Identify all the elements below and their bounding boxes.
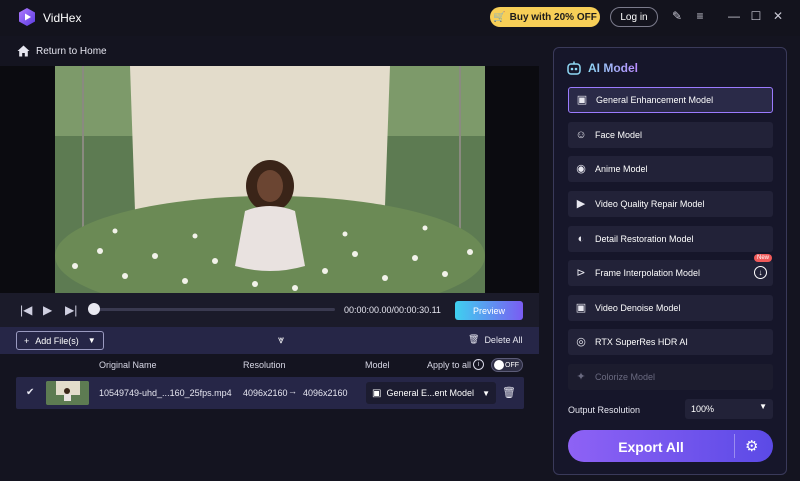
panel-title-label: AI Model	[588, 61, 638, 75]
file-table-header: Original Name Resolution Model Apply to …	[0, 354, 539, 376]
model-label: Detail Restoration Model	[595, 234, 694, 244]
video-frame-image	[55, 66, 485, 293]
toggle-state-label: OFF	[505, 361, 519, 369]
ai-model-panel: AI Model ▣ General Enhancement Model ☺ F…	[553, 47, 787, 475]
file-row[interactable]: ✔ 10549749-uhd_...160_25fps.mp4 4096x216…	[16, 377, 524, 409]
app-name: VidHex	[43, 11, 82, 25]
close-icon[interactable]: ✕	[771, 9, 785, 23]
output-resolution-select[interactable]: 100% ▼	[685, 399, 773, 419]
face-icon: ☺	[575, 129, 587, 141]
gear-icon[interactable]: ⚙	[745, 437, 758, 455]
anime-icon: ◉	[576, 163, 586, 175]
player-controls: |◀ ▶ ▶| 00:00:00.00/00:00:30.11 Preview	[0, 293, 539, 327]
model-label: RTX SuperRes HDR AI	[595, 337, 688, 347]
model-label: Colorize Model	[595, 372, 656, 382]
model-rtx-superres[interactable]: ◎ RTX SuperRes HDR AI	[568, 329, 773, 355]
dropdown-triangle-icon: ▼	[759, 402, 767, 411]
plus-icon: +	[24, 335, 30, 346]
nvidia-icon: ◎	[576, 336, 586, 348]
panel-title: AI Model	[566, 61, 638, 75]
add-files-button[interactable]: + Add File(s) ▼	[16, 331, 104, 350]
model-label: General Enhancement Model	[596, 95, 714, 105]
export-all-button[interactable]: Export All ⚙	[568, 430, 773, 462]
model-select[interactable]: ▣ General E...ent Model ▼	[366, 382, 496, 404]
arrow-right-icon: →	[288, 386, 297, 396]
add-files-label: Add File(s)	[35, 335, 79, 346]
output-resolution-label: Output Resolution	[568, 405, 641, 415]
robot-icon	[567, 61, 581, 75]
video-frame	[55, 66, 485, 293]
detail-icon: ◐	[577, 233, 585, 245]
model-anime[interactable]: ◉ Anime Model	[568, 156, 773, 182]
file-name: 10549749-uhd_...160_25fps.mp4	[99, 388, 232, 398]
apply-to-all-toggle[interactable]: OFF	[491, 358, 523, 372]
model-label: Face Model	[595, 130, 643, 140]
previous-frame-icon[interactable]: |◀	[20, 303, 32, 317]
login-button[interactable]: Log in	[610, 7, 658, 27]
column-resolution: Resolution	[243, 360, 286, 370]
buy-button[interactable]: 🛒 Buy with 20% OFF	[490, 7, 600, 27]
model-frame-interpolation[interactable]: ⊳ Frame Interpolation Model New ↓	[568, 254, 773, 286]
sparkle-video-icon: ▣	[576, 94, 588, 106]
model-colorize: ✦ Colorize Model	[568, 364, 773, 390]
maximize-icon[interactable]: ☐	[749, 9, 763, 23]
home-icon	[17, 45, 30, 57]
minimize-icon[interactable]: —	[727, 9, 741, 23]
progress-knob[interactable]	[88, 303, 100, 315]
video-thumbnail	[46, 381, 89, 405]
frame-icon: ⊳	[576, 267, 586, 279]
preview-button[interactable]: Preview	[455, 301, 523, 320]
collapse-chevron-icon[interactable]: ⩔	[278, 334, 284, 347]
model-face[interactable]: ☺ Face Model	[568, 122, 773, 148]
feedback-icon[interactable]: ✎	[670, 9, 684, 23]
file-toolbar: + Add File(s) ▼ ⩔ 🗑 Delete All	[0, 327, 539, 354]
cart-icon: 🛒	[493, 11, 506, 23]
delete-all-button[interactable]: 🗑 Delete All	[468, 334, 522, 345]
progress-bar[interactable]	[92, 308, 335, 311]
model-label: Frame Interpolation Model	[595, 268, 701, 278]
trash-icon: 🗑	[468, 334, 480, 344]
video-preview-area	[0, 66, 539, 293]
timecode: 00:00:00.00/00:00:30.11	[344, 305, 441, 315]
model-video-quality-repair[interactable]: ▶ Video Quality Repair Model	[568, 191, 773, 217]
source-resolution: 4096x2160	[243, 388, 288, 398]
checkmark-icon[interactable]: ✔	[26, 387, 34, 398]
dropdown-triangle-icon: ▼	[87, 336, 96, 345]
column-model: Model	[365, 360, 390, 370]
model-label: Anime Model	[595, 164, 648, 174]
export-all-label: Export All	[618, 439, 684, 455]
model-detail-restoration[interactable]: ◐ Detail Restoration Model	[568, 226, 773, 252]
title-bar: VidHex 🛒 Buy with 20% OFF Log in ✎ ≡ — ☐…	[0, 0, 800, 36]
model-general-enhancement[interactable]: ▣ General Enhancement Model	[568, 87, 773, 113]
output-resolution-value: 100%	[691, 404, 715, 414]
delete-all-label: Delete All	[484, 334, 523, 345]
play-icon[interactable]: ▶	[43, 303, 52, 317]
sparkle-video-icon: ▣	[372, 387, 382, 399]
buy-label: Buy with 20% OFF	[509, 11, 597, 23]
apply-to-all-label: Apply to all	[427, 360, 472, 370]
dropdown-triangle-icon: ▼	[482, 388, 490, 398]
vidhex-logo-icon	[19, 8, 35, 26]
repair-icon: ▶	[576, 198, 586, 210]
menu-icon[interactable]: ≡	[693, 9, 707, 23]
toggle-knob	[494, 360, 504, 370]
model-select-value: General E...ent Model	[386, 388, 475, 398]
export-divider	[734, 434, 735, 458]
app-window: VidHex 🛒 Buy with 20% OFF Log in ✎ ≡ — ☐…	[0, 0, 800, 481]
column-original-name: Original Name	[99, 360, 157, 370]
info-icon[interactable]: i	[473, 359, 484, 370]
trash-icon[interactable]: 🗑	[502, 386, 516, 399]
colorize-icon: ✦	[576, 371, 586, 383]
download-icon[interactable]: ↓	[754, 266, 767, 279]
return-home-link[interactable]: Return to Home	[17, 45, 107, 57]
new-badge: New	[753, 254, 772, 262]
target-resolution: 4096x2160	[303, 388, 348, 398]
denoise-icon: ▣	[575, 302, 587, 314]
model-label: Video Quality Repair Model	[595, 199, 705, 209]
model-video-denoise[interactable]: ▣ Video Denoise Model	[568, 295, 773, 321]
return-home-label: Return to Home	[36, 45, 107, 57]
model-label: Video Denoise Model	[595, 303, 681, 313]
next-frame-icon[interactable]: ▶|	[65, 303, 77, 317]
